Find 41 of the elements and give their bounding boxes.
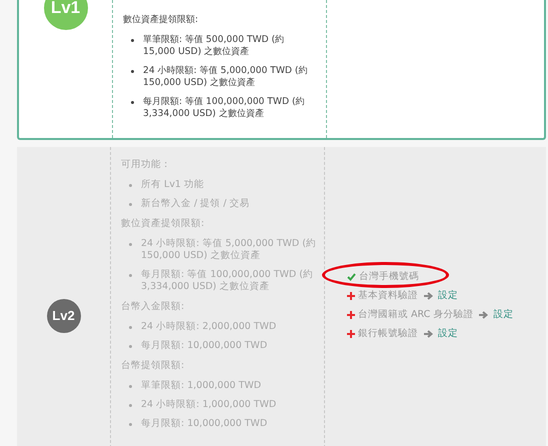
limit-item: 24 小時限額: 等值 5,000,000 TWD (約 150,000 USD) 之數位資產 <box>143 65 309 89</box>
arrow-icon <box>479 310 488 318</box>
limit-item: 24 小時限額: 1,000,000 TWD <box>141 399 276 411</box>
section-heading: 數位資產提領限額: <box>123 14 200 26</box>
requirement-label: 台灣手機號碼 <box>359 270 419 283</box>
bullet-icon <box>129 345 132 348</box>
limit-item: 每月限額: 等值 100,000,000 TWD (約 3,334,000 USD) 之數位資產 <box>141 269 314 293</box>
bullet-icon <box>129 274 132 277</box>
limit-item: 單筆限額: 1,000,000 TWD <box>141 380 262 392</box>
section-heading: 台幣提領限額: <box>121 360 186 372</box>
bullet-icon <box>129 184 132 187</box>
level-badge: Lv1 <box>44 0 88 30</box>
section-heading: 數位資產提領限額: <box>121 218 206 230</box>
limit-item: 單筆限額: 等值 500,000 TWD (約 15,000 USD) 之數位資產 <box>143 34 286 58</box>
limit-item: 每月限額: 10,000,000 TWD <box>141 418 268 430</box>
bullet-icon <box>129 243 132 246</box>
bullet-icon <box>131 39 134 42</box>
level-badge: Lv2 <box>46 298 80 332</box>
limit-item: 所有 Lv1 功能 <box>141 179 204 191</box>
section-heading: 可用功能： <box>121 159 172 171</box>
requirement-label: 台灣國籍或 ARC 身分驗證 <box>358 308 474 321</box>
limit-item: 每月限額: 10,000,000 TWD <box>141 340 268 352</box>
bullet-icon <box>129 326 132 329</box>
section-heading: 台幣入金限額: <box>121 301 186 313</box>
bullet-icon <box>129 423 132 426</box>
arrow-icon <box>424 292 433 300</box>
limit-item: 每月限額: 等值 100,000,000 TWD (約 3,334,000 USD) 之數位資產 <box>143 96 306 120</box>
setup-link[interactable]: 設定 <box>438 327 458 340</box>
bullet-icon <box>129 203 132 206</box>
setup-link[interactable]: 設定 <box>438 289 458 302</box>
requirement-label: 基本資料驗證 <box>358 289 418 302</box>
limit-item: 24 小時限額: 等值 5,000,000 TWD (約 150,000 USD) 之數位資產 <box>141 238 316 262</box>
bullet-icon <box>129 385 132 388</box>
requirement-label: 銀行帳號驗證 <box>358 327 418 340</box>
limit-item: 新台幣入金 / 提領 / 交易 <box>141 198 250 210</box>
bullet-icon <box>129 404 132 407</box>
bullet-icon <box>131 101 134 104</box>
setup-link[interactable]: 設定 <box>493 308 514 321</box>
bullet-icon <box>131 70 134 73</box>
limit-item: 24 小時限額: 2,000,000 TWD <box>141 321 276 333</box>
arrow-icon <box>424 330 433 338</box>
